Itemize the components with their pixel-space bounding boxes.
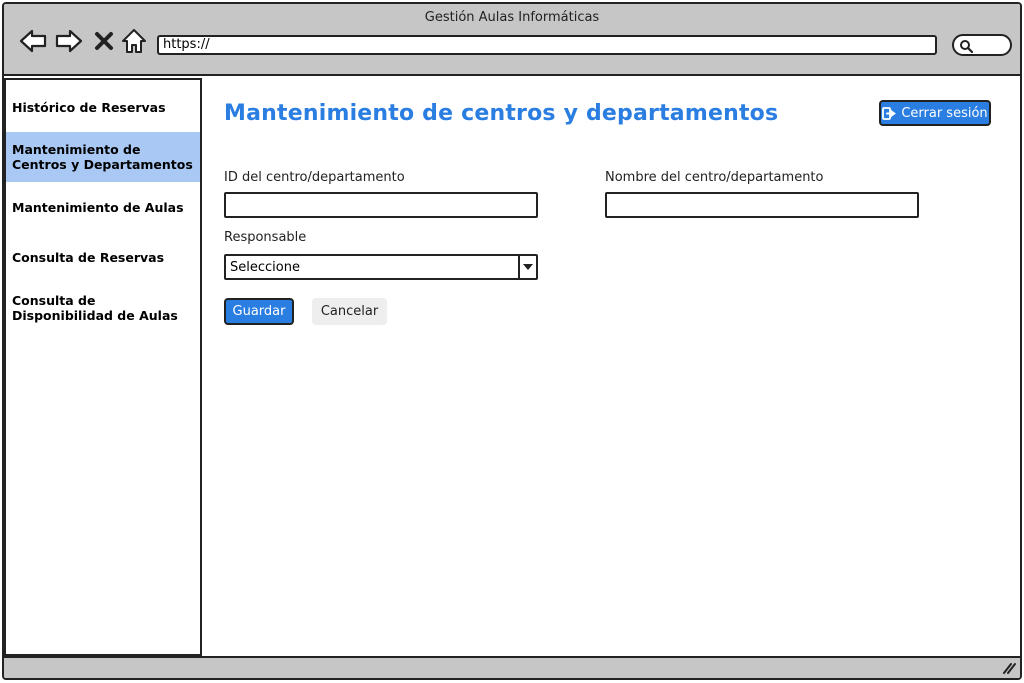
logout-button[interactable]: Cerrar sesión [879, 100, 991, 126]
name-label: Nombre del centro/departamento [605, 170, 824, 185]
forward-arrow-icon[interactable] [54, 26, 84, 56]
browser-search-box[interactable] [952, 34, 1012, 56]
sidebar: Histórico de Reservas Mantenimiento de C… [4, 78, 202, 656]
sidebar-item-mantenimiento-centros[interactable]: Mantenimiento de Centros y Departamentos [6, 132, 200, 182]
url-input[interactable]: https:// [157, 35, 937, 55]
page-title: Mantenimiento de centros y departamentos [224, 101, 779, 126]
responsable-select[interactable]: Seleccione [224, 254, 538, 280]
name-field[interactable] [605, 192, 919, 218]
save-button[interactable]: Guardar [224, 298, 294, 325]
browser-titlebar: Gestión Aulas Informáticas https:// [4, 4, 1020, 76]
logout-icon [882, 106, 897, 120]
sidebar-item-label: Consulta de Disponibilidad de Aulas [12, 293, 178, 323]
cancel-button[interactable]: Cancelar [312, 298, 387, 325]
sidebar-item-consulta-reservas[interactable]: Consulta de Reservas [6, 244, 200, 270]
search-icon [960, 40, 973, 53]
chevron-down-icon [518, 256, 536, 278]
sidebar-item-mantenimiento-aulas[interactable]: Mantenimiento de Aulas [6, 194, 200, 220]
back-arrow-icon[interactable] [18, 26, 48, 56]
status-bar [4, 656, 1020, 678]
responsable-select-value: Seleccione [230, 260, 300, 275]
id-field[interactable] [224, 192, 538, 218]
resize-grip-icon[interactable] [1002, 662, 1016, 674]
sidebar-item-consulta-disponibilidad[interactable]: Consulta de Disponibilidad de Aulas [6, 290, 186, 326]
main-content: Mantenimiento de centros y departamentos… [202, 78, 1020, 656]
sidebar-item-historico-reservas[interactable]: Histórico de Reservas [6, 94, 200, 120]
sidebar-item-label: Histórico de Reservas [12, 99, 166, 115]
close-icon[interactable] [89, 26, 119, 56]
logout-label: Cerrar sesión [901, 105, 988, 121]
window-title: Gestión Aulas Informáticas [424, 10, 600, 25]
responsable-label: Responsable [224, 230, 307, 245]
id-label: ID del centro/departamento [224, 170, 405, 185]
sidebar-item-label: Mantenimiento de Aulas [12, 199, 184, 215]
sidebar-item-label: Mantenimiento de Centros y Departamentos [12, 142, 193, 172]
sidebar-item-label: Consulta de Reservas [12, 249, 165, 265]
browser-window: Gestión Aulas Informáticas https:// Hist… [2, 2, 1022, 680]
home-icon[interactable] [119, 26, 149, 56]
